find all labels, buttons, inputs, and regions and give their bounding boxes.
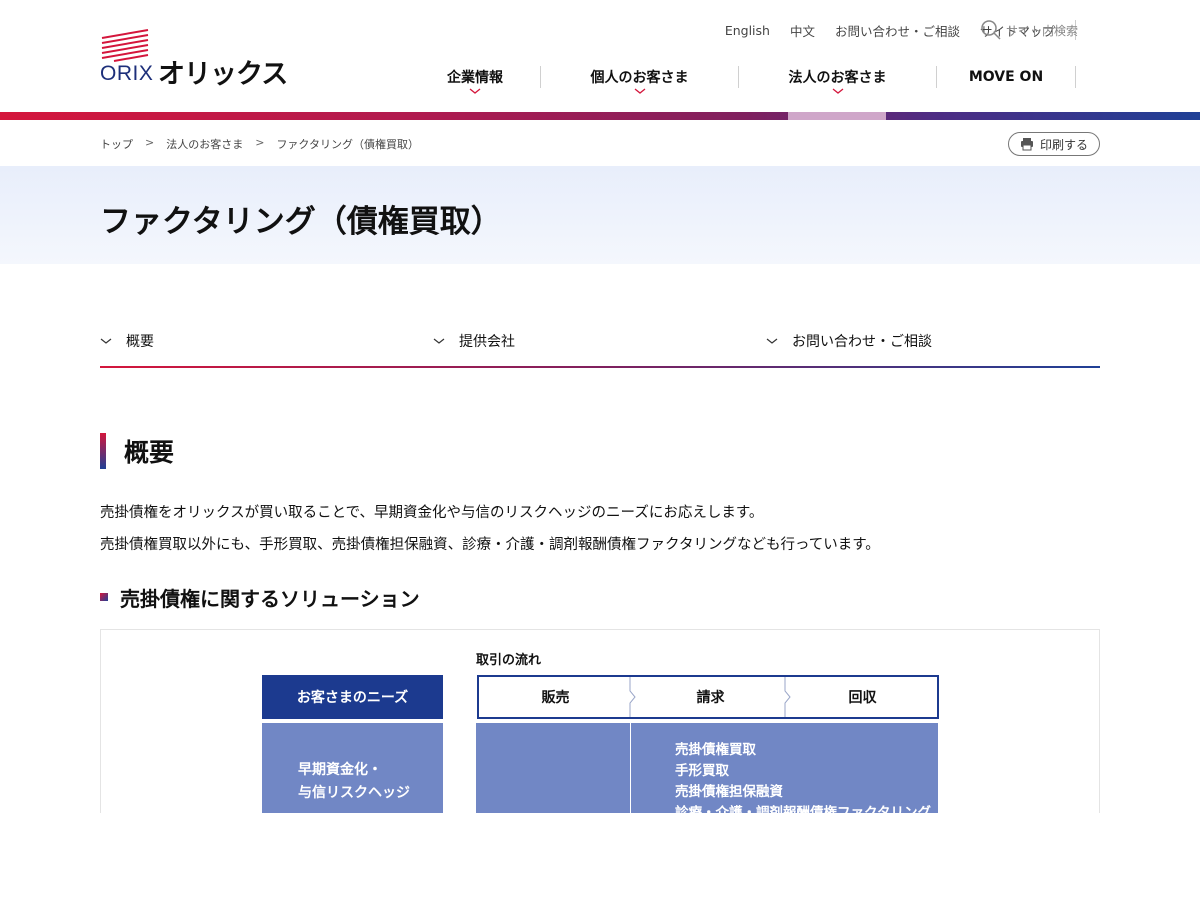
- breadcrumb-separator: >: [145, 136, 155, 149]
- needs-header: お客さまのニーズ: [262, 675, 443, 719]
- needs-line: 与信リスクヘッジ: [298, 785, 410, 801]
- orix-logo[interactable]: ORIX オリックス: [100, 28, 290, 90]
- anchor-link-provider[interactable]: 提供会社: [433, 326, 515, 356]
- flow-steps: 販売 請求 回収: [477, 675, 939, 719]
- anchor-nav: 概要 提供会社 お問い合わせ・ご相談: [100, 326, 1100, 369]
- gnav-corporate-info[interactable]: 企業情報: [410, 66, 540, 94]
- section-heading-overview: 概要: [100, 433, 174, 469]
- subheading-solutions: 売掛債権に関するソリューション: [100, 584, 420, 611]
- page-title-band: ファクタリング（債権買取）: [0, 166, 1200, 264]
- util-link-english[interactable]: English: [725, 23, 770, 38]
- site-header: ORIX オリックス English 中文 お問い合わせ・ご相談 サイトマップ …: [0, 0, 1200, 112]
- breadcrumb-top[interactable]: トップ: [100, 136, 133, 152]
- anchor-link-contact[interactable]: お問い合わせ・ご相談: [766, 326, 932, 356]
- breadcrumb: トップ > 法人のお客さま > ファクタリング（債権買取）: [100, 136, 419, 152]
- solution-list: 売掛債権買取 手形買取 売掛債権担保融資 診療・介護・調剤報酬債権ファクタリング: [675, 740, 931, 824]
- gnav-label: MOVE ON: [968, 69, 1044, 85]
- anchor-link-overview[interactable]: 概要: [100, 326, 154, 356]
- gnav-business[interactable]: 法人のお客さま: [739, 66, 936, 94]
- section-title: 概要: [124, 438, 175, 467]
- anchor-label: 提供会社: [459, 334, 515, 350]
- breadcrumb-business[interactable]: 法人のお客さま: [166, 136, 243, 152]
- page-bottom-blank: [0, 813, 1200, 900]
- logo-orix-text: ORIX: [100, 62, 154, 85]
- gnav-divider: [1075, 66, 1076, 88]
- chevron-down-icon: [766, 338, 778, 344]
- logo-orix-kana: オリックス: [158, 59, 288, 90]
- overview-paragraph-1: 売掛債権をオリックスが買い取ることで、早期資金化や与信のリスクヘッジのニーズにお…: [100, 505, 764, 521]
- gnav-label: 法人のお客さま: [788, 70, 887, 86]
- gnav-personal[interactable]: 個人のお客さま: [541, 66, 738, 94]
- site-search[interactable]: サイト内検索: [980, 19, 1078, 41]
- flow-step-collection: 回収: [848, 690, 877, 706]
- subheading-title: 売掛債権に関するソリューション: [120, 586, 420, 611]
- needs-line: 早期資金化・: [298, 762, 382, 778]
- overview-paragraph-2: 売掛債権買取以外にも、手形買取、売掛債権担保融資、診療・介護・調剤報酬債権ファク…: [100, 537, 880, 553]
- anchor-label: お問い合わせ・ご相談: [792, 334, 932, 350]
- search-icon: [981, 20, 1001, 40]
- chevron-down-icon: [433, 338, 445, 344]
- brand-color-bar: [0, 112, 1200, 120]
- heading-accent-bar: [100, 433, 106, 469]
- chevron-down-icon: [100, 338, 112, 344]
- print-button[interactable]: 印刷する: [1008, 132, 1100, 156]
- solution-item: 手形買取: [675, 763, 729, 779]
- flow-step-sales: 販売: [541, 690, 570, 706]
- util-link-contact[interactable]: お問い合わせ・ご相談: [835, 21, 960, 40]
- flow-step-billing: 請求: [696, 690, 725, 706]
- solution-item: 売掛債権買取: [675, 742, 756, 758]
- gnav-label: 個人のお客さま: [590, 70, 689, 86]
- chevron-down-icon: [634, 88, 645, 94]
- util-link-chinese[interactable]: 中文: [790, 21, 815, 40]
- global-nav: 企業情報 個人のお客さま 法人のお客さま MOVE ON: [410, 66, 1076, 94]
- orix-logo-mark-icon: [101, 29, 149, 62]
- search-label: サイト内検索: [1006, 23, 1079, 38]
- anchor-label: 概要: [126, 334, 154, 350]
- page-title: ファクタリング（債権買取）: [100, 204, 502, 240]
- anchor-nav-underline: [100, 366, 1100, 368]
- solution-item: 売掛債権担保融資: [675, 784, 783, 800]
- active-nav-indicator: [788, 112, 886, 120]
- print-label: 印刷する: [1039, 137, 1088, 152]
- flow-label: 取引の流れ: [476, 653, 542, 668]
- gnav-move-on[interactable]: MOVE ON: [937, 66, 1075, 88]
- subheading-bullet: [100, 593, 108, 601]
- chevron-down-icon: [832, 88, 843, 94]
- printer-icon: [1020, 138, 1033, 151]
- chevron-down-icon: [469, 88, 481, 94]
- needs-text: 早期資金化・ 与信リスクヘッジ: [298, 759, 410, 805]
- solution-diagram: 取引の流れ お客さまのニーズ 早期資金化・ 与信リスクヘッジ 販売 請求 回収 …: [100, 629, 1100, 829]
- breadcrumb-current: ファクタリング（債権買取）: [276, 138, 419, 151]
- breadcrumb-separator: >: [255, 136, 265, 149]
- gnav-label: 企業情報: [447, 70, 503, 86]
